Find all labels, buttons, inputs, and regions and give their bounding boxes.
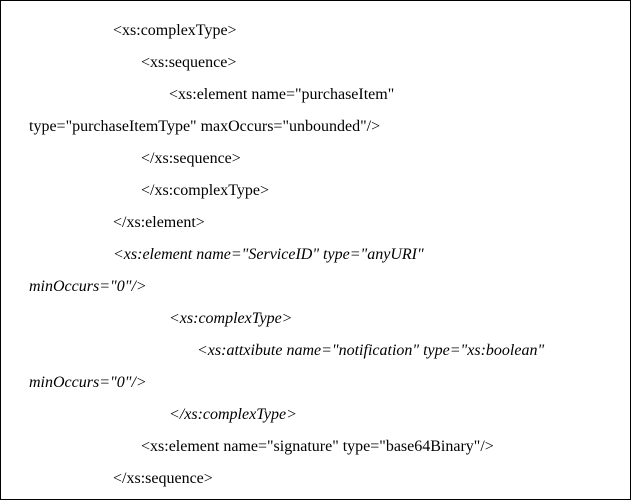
code-line: <xs:complexType> [1,303,630,335]
code-line: </xs:sequence> [1,463,630,495]
code-line: </xs:element> [1,207,630,239]
code-line: <xs:element name="purchaseItem" [1,79,630,111]
code-line: </xs:extension> [1,495,630,500]
code-line: <xs:element name="ServiceID" type="anyUR… [1,239,630,271]
code-line: <xs:attxibute name="notification" type="… [1,335,630,367]
code-box: <xs:complexType> <xs:sequence> <xs:eleme… [0,0,631,500]
code-line: </xs:complexType> [1,175,630,207]
code-line: <xs:sequence> [1,47,630,79]
code-line: <xs:complexType> [1,15,630,47]
code-line: minOccurs="0"/> [1,367,630,399]
code-line: </xs:sequence> [1,143,630,175]
code-line: type="purchaseItemType" maxOccurs="unbou… [1,111,630,143]
code-line: minOccurs="0"/> [1,271,630,303]
code-line: </xs:complexType> [1,399,630,431]
code-line: <xs:element name="signature" type="base6… [1,431,630,463]
